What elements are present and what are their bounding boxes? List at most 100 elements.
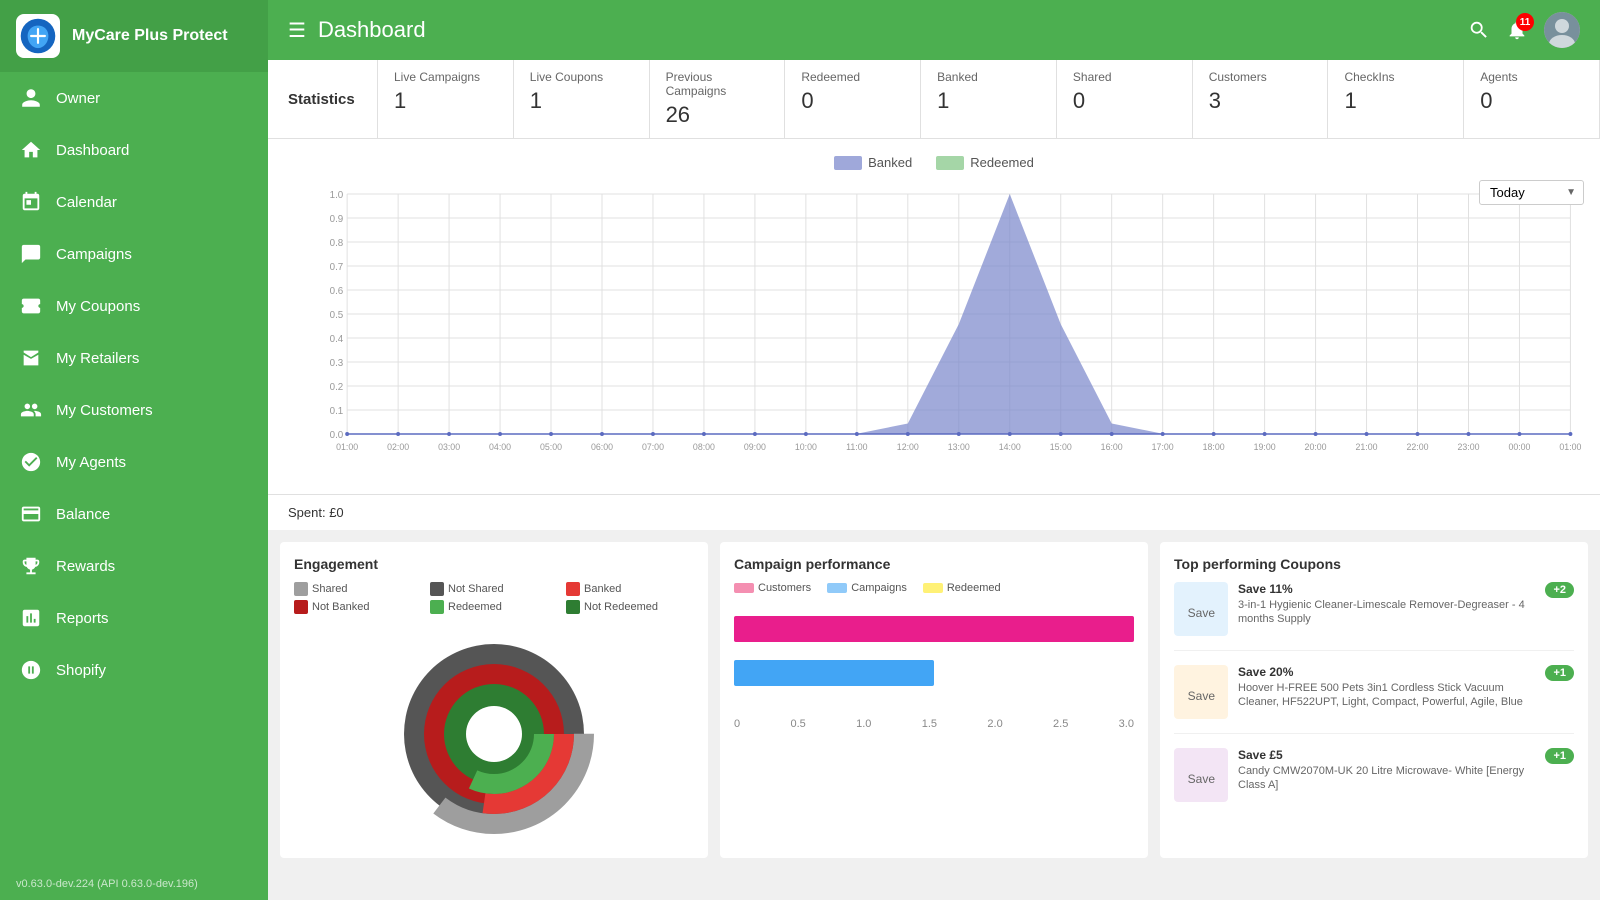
- menu-icon[interactable]: ☰: [288, 18, 306, 43]
- eng-label: Not Redeemed: [584, 601, 658, 613]
- engagement-legend-item: Not Banked: [294, 600, 422, 614]
- svg-text:19:00: 19:00: [1254, 442, 1276, 452]
- sidebar-item-my-customers-label: My Customers: [56, 402, 153, 419]
- eng-label: Not Shared: [448, 583, 504, 595]
- eng-dot: [430, 582, 444, 596]
- sidebar-item-calendar-label: Calendar: [56, 194, 117, 211]
- svg-text:0.8: 0.8: [330, 238, 344, 249]
- coupon-info: Save £5 Candy CMW2070M-UK 20 Litre Micro…: [1238, 748, 1535, 793]
- time-select[interactable]: Today This Week This Month This Year: [1479, 180, 1584, 205]
- bar-chart: 00.51.01.52.02.53.0: [734, 606, 1134, 730]
- svg-text:08:00: 08:00: [693, 442, 715, 452]
- avatar[interactable]: [1544, 12, 1580, 48]
- sidebar-item-dashboard[interactable]: Dashboard: [0, 124, 268, 176]
- spent-label: Spent: £0: [288, 505, 344, 520]
- legend-banked-label: Banked: [868, 155, 912, 170]
- bar-row: [734, 660, 1134, 686]
- shopify-icon: [20, 659, 42, 681]
- center-circle: [466, 706, 522, 762]
- legend-banked: Banked: [834, 155, 912, 170]
- sidebar-item-owner[interactable]: Owner: [0, 72, 268, 124]
- stat-card-value: 1: [530, 88, 633, 114]
- coupon-item: Save 1 Save 11% 3-in-1 Hygienic Cleaner-…: [1174, 582, 1574, 651]
- svg-text:10:00: 10:00: [795, 442, 817, 452]
- reports-icon: [20, 607, 42, 629]
- customers-icon: [20, 399, 42, 421]
- top-coupons-panel: Top performing Coupons Save 1 Save 11% 3…: [1160, 542, 1588, 858]
- coupon-list: Save 1 Save 11% 3-in-1 Hygienic Cleaner-…: [1174, 582, 1574, 816]
- sidebar-item-my-coupons[interactable]: My Coupons: [0, 280, 268, 332]
- bar-row: [734, 616, 1134, 642]
- stat-card-label: Live Coupons: [530, 70, 633, 84]
- sidebar-item-my-agents[interactable]: My Agents: [0, 436, 268, 488]
- sidebar-item-campaigns-label: Campaigns: [56, 246, 132, 263]
- engagement-title: Engagement: [294, 556, 694, 572]
- camp-dot: [827, 583, 847, 593]
- coupon-info: Save 11% 3-in-1 Hygienic Cleaner-Limesca…: [1238, 582, 1535, 627]
- svg-text:0.4: 0.4: [330, 334, 344, 345]
- coupon-title: Save 20%: [1238, 665, 1535, 679]
- campaign-legend-item: Customers: [734, 582, 811, 594]
- balance-icon: [20, 503, 42, 525]
- svg-text:07:00: 07:00: [642, 442, 664, 452]
- eng-dot: [294, 582, 308, 596]
- rewards-icon: [20, 555, 42, 577]
- notification-badge: 11: [1516, 13, 1534, 31]
- stats-label: Statistics: [268, 60, 378, 138]
- stat-card: Banked1: [921, 60, 1057, 138]
- coupon-item: Save £ Save £5 Candy CMW2070M-UK 20 Litr…: [1174, 748, 1574, 816]
- sidebar-item-owner-label: Owner: [56, 90, 100, 107]
- main-content: ☰ Dashboard 11 Statistics: [268, 0, 1600, 900]
- svg-text:0.5: 0.5: [330, 310, 344, 321]
- search-icon[interactable]: [1468, 19, 1490, 41]
- topbar-left: ☰ Dashboard: [288, 17, 426, 43]
- sidebar-item-campaigns[interactable]: Campaigns: [0, 228, 268, 280]
- app-logo: [16, 14, 60, 58]
- sidebar-item-calendar[interactable]: Calendar: [0, 176, 268, 228]
- coupon-title: Save 11%: [1238, 582, 1535, 596]
- notification-icon[interactable]: 11: [1506, 19, 1528, 41]
- svg-text:20:00: 20:00: [1305, 442, 1327, 452]
- svg-text:21:00: 21:00: [1356, 442, 1378, 452]
- eng-label: Shared: [312, 583, 347, 595]
- svg-text:13:00: 13:00: [948, 442, 970, 452]
- engagement-legend-item: Not Redeemed: [566, 600, 694, 614]
- svg-text:12:00: 12:00: [897, 442, 919, 452]
- sidebar-item-shopify[interactable]: Shopify: [0, 644, 268, 696]
- camp-label: Customers: [758, 582, 811, 594]
- sidebar-item-my-customers[interactable]: My Customers: [0, 384, 268, 436]
- sidebar-item-balance-label: Balance: [56, 506, 110, 523]
- svg-text:17:00: 17:00: [1152, 442, 1174, 452]
- svg-text:01:00: 01:00: [336, 442, 358, 452]
- svg-text:23:00: 23:00: [1457, 442, 1479, 452]
- svg-text:0.3: 0.3: [330, 358, 344, 369]
- sidebar-item-rewards-label: Rewards: [56, 558, 115, 575]
- engagement-panel: Engagement SharedNot SharedBankedNot Ban…: [280, 542, 708, 858]
- chart-time-select-wrapper[interactable]: Today This Week This Month This Year: [1479, 180, 1584, 205]
- sidebar-item-my-retailers-label: My Retailers: [56, 350, 139, 367]
- sidebar-item-reports-label: Reports: [56, 610, 109, 627]
- eng-dot: [294, 600, 308, 614]
- banked-color: [834, 156, 862, 170]
- sidebar-item-balance[interactable]: Balance: [0, 488, 268, 540]
- campaign-legend-item: Redeemed: [923, 582, 1001, 594]
- sidebar-item-rewards[interactable]: Rewards: [0, 540, 268, 592]
- x-axis: 00.51.01.52.02.53.0: [734, 714, 1134, 730]
- camp-dot: [734, 583, 754, 593]
- svg-text:11:00: 11:00: [846, 442, 867, 452]
- sidebar-item-reports[interactable]: Reports: [0, 592, 268, 644]
- stat-card-value: 3: [1209, 88, 1312, 114]
- stat-card: Live Campaigns1: [378, 60, 514, 138]
- redeemed-color: [936, 156, 964, 170]
- svg-text:0.1: 0.1: [330, 406, 344, 417]
- svg-text:03:00: 03:00: [438, 442, 460, 452]
- svg-text:06:00: 06:00: [591, 442, 613, 452]
- sidebar-footer: v0.63.0-dev.224 (API 0.63.0-dev.196): [0, 868, 268, 900]
- stat-card-value: 0: [1073, 88, 1176, 114]
- sidebar-item-my-agents-label: My Agents: [56, 454, 126, 471]
- coupon-item: Save 2 Save 20% Hoover H-FREE 500 Pets 3…: [1174, 665, 1574, 734]
- coupon-title: Save £5: [1238, 748, 1535, 762]
- stat-card: CheckIns1: [1328, 60, 1464, 138]
- eng-dot: [566, 582, 580, 596]
- sidebar-item-my-retailers[interactable]: My Retailers: [0, 332, 268, 384]
